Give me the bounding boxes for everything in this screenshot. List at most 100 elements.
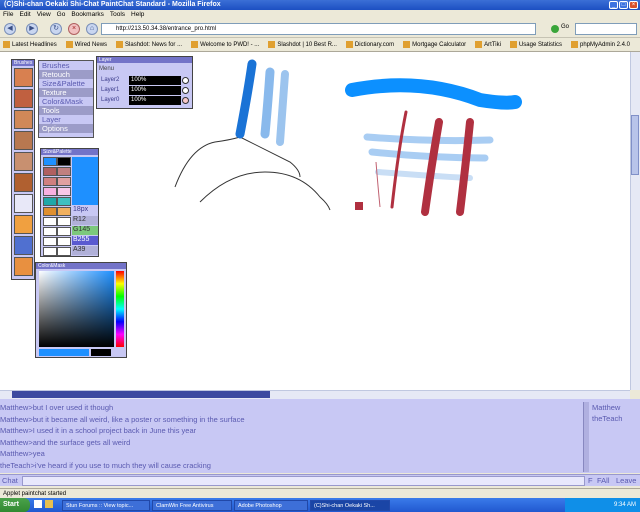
start-button[interactable]: Start [0,498,30,512]
tools-icon[interactable] [14,257,33,276]
layer-opacity[interactable]: 100% [129,86,181,95]
layer-opacity[interactable]: 100% [129,96,181,105]
menu-edit[interactable]: Edit [19,10,30,20]
go-icon[interactable] [551,25,559,33]
desktop-icon[interactable] [34,500,42,508]
layer-visibility-icon[interactable] [182,77,189,84]
bookmark-item[interactable]: phpMyAdmin 2.4.0 [570,38,630,51]
color-swatch[interactable] [57,217,71,226]
menu-color-mask[interactable]: Color&Mask [39,97,93,106]
maximize-icon[interactable]: □ [619,1,628,9]
user-item[interactable]: theTeach [592,413,640,424]
menu-options[interactable]: Options [39,124,93,133]
airbrush-tool-icon[interactable] [14,131,33,150]
color-swatch[interactable] [57,177,71,186]
color-swatch[interactable] [43,227,57,236]
color-swatch[interactable] [57,207,71,216]
color-swatch[interactable] [57,167,71,176]
layer-visibility-icon[interactable] [182,97,189,104]
hue-slider[interactable] [116,271,124,347]
menu-size-palette[interactable]: Size&Palette [39,79,93,88]
bookmark-item[interactable]: Usage Statistics [509,38,562,51]
green-slider[interactable]: G145 [72,226,98,235]
bookmark-item[interactable]: ArtTiki [475,38,501,51]
leave-button[interactable]: Leave [616,476,636,485]
menu-tools[interactable]: Tools [39,106,93,115]
bookmark-item[interactable]: Slashdot: News for ... [116,38,182,51]
chat-input[interactable] [22,476,585,486]
pencil-tool-icon[interactable] [14,68,33,87]
color-swatch[interactable] [57,157,71,166]
menu-go[interactable]: Go [57,10,66,20]
back-icon[interactable]: ◀ [4,23,16,35]
mask-color-swatch[interactable] [91,349,111,356]
taskbar-item[interactable]: Stun Forums :: View topic... [62,500,150,511]
menu-texture[interactable]: Texture [39,88,93,97]
f-button[interactable]: F [588,476,593,485]
canvas-vertical-scrollbar[interactable] [630,52,640,390]
minimize-icon[interactable]: _ [609,1,618,9]
menu-layer[interactable]: Layer [39,115,93,124]
eraser-tool-icon[interactable] [14,194,33,213]
layer-row-0[interactable]: Layer0 100% [99,96,190,105]
primary-color-swatch[interactable] [39,349,89,356]
fill-tool-icon[interactable] [14,215,33,234]
user-item[interactable]: Matthew [592,402,640,413]
menu-bookmarks[interactable]: Bookmarks [71,10,104,20]
bookmark-item[interactable]: Welcome to PWD! - ... [191,38,259,51]
color-swatch[interactable] [43,197,57,206]
color-swatch[interactable] [43,177,57,186]
go-button[interactable]: Go [561,24,569,30]
bookmark-item[interactable]: Mortgage Calculator [403,38,466,51]
explorer-icon[interactable] [45,500,53,508]
menu-brushes[interactable]: Brushes [39,61,93,70]
alpha-slider[interactable]: A39 [72,246,98,255]
layer-row-1[interactable]: Layer1 100% [99,86,190,95]
menu-tools[interactable]: Tools [110,10,125,20]
fall-button[interactable]: FAll [597,476,610,485]
bookmark-item[interactable]: Slashdot | 10 Best R... [268,38,337,51]
url-field[interactable]: http://213.50.34.38/entrance_pro.html [101,23,536,35]
taskbar-item-active[interactable]: (C)Shi-chan Oekaki Sh... [310,500,390,511]
reload-icon[interactable]: ↻ [50,23,62,35]
watercolor-tool-icon[interactable] [14,152,33,171]
color-swatch[interactable] [57,237,71,246]
search-input[interactable] [575,23,637,35]
menu-view[interactable]: View [37,10,51,20]
forward-icon[interactable]: ▶ [26,23,38,35]
bookmark-item[interactable]: Latest Headlines [3,38,57,51]
brush-tool-icon[interactable] [14,89,33,108]
color-swatch[interactable] [43,187,57,196]
menu-retouch[interactable]: Retouch [39,70,93,79]
close-icon[interactable]: × [629,1,638,9]
color-swatch[interactable] [57,247,71,256]
color-swatch[interactable] [43,167,57,176]
layer-row-2[interactable]: Layer2 100% [99,76,190,85]
marker-tool-icon[interactable] [14,173,33,192]
blue-slider[interactable]: B255 [72,236,98,245]
layer-menu-button[interactable]: Menu [99,66,114,72]
bookmark-item[interactable]: Wired News [65,38,107,51]
blur-tool-icon[interactable] [14,236,33,255]
layer-opacity[interactable]: 100% [129,76,181,85]
color-swatch[interactable] [43,157,57,166]
color-swatch[interactable] [43,217,57,226]
taskbar-item[interactable]: Adobe Photoshop [234,500,308,511]
color-swatch[interactable] [43,207,57,216]
stop-icon[interactable]: × [68,23,80,35]
color-swatch[interactable] [57,187,71,196]
taskbar-item[interactable]: ClamWin Free Antivirus [152,500,232,511]
color-swatch[interactable] [57,227,71,236]
home-icon[interactable]: ⌂ [86,23,98,35]
color-swatch[interactable] [43,237,57,246]
red-slider[interactable]: R12 [72,216,98,225]
menu-help[interactable]: Help [131,10,144,20]
canvas-vertical-thumb[interactable] [631,115,639,175]
chat-scrollbar[interactable] [583,402,589,472]
brush-size-value[interactable]: 18px [73,206,88,213]
canvas-horizontal-thumb[interactable] [12,391,270,398]
layer-visibility-icon[interactable] [182,87,189,94]
color-picker-field[interactable] [39,271,114,347]
color-swatch[interactable] [43,247,57,256]
pen-tool-icon[interactable] [14,110,33,129]
